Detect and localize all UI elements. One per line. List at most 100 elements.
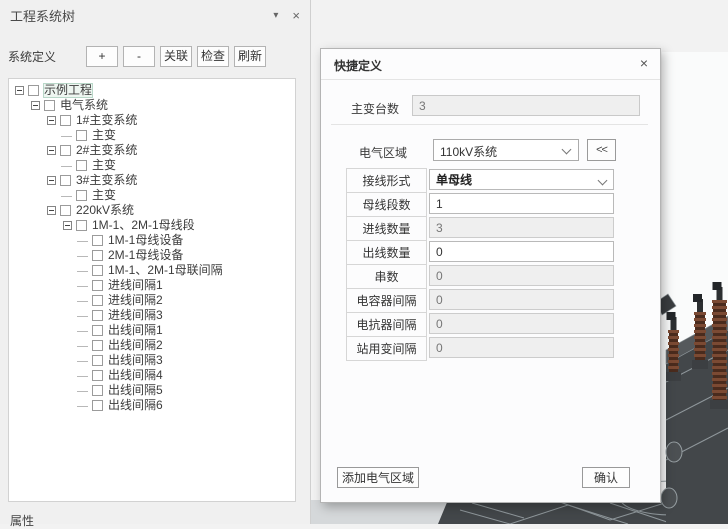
checkbox[interactable] (92, 250, 103, 261)
checkbox[interactable] (92, 265, 103, 276)
tree-node[interactable]: 出线间隔3 (9, 353, 295, 368)
expander-icon[interactable] (47, 206, 56, 215)
expander-icon[interactable] (47, 116, 56, 125)
toolbar-button[interactable]: 关联 (160, 45, 192, 67)
panel-title: 工程系统树 (10, 8, 76, 24)
tree-node[interactable]: 220kV系统 (9, 203, 295, 218)
checkbox[interactable] (92, 370, 103, 381)
checkbox[interactable] (92, 340, 103, 351)
toolbar-button[interactable]: + (86, 45, 118, 67)
row-field (429, 241, 614, 262)
expander-icon[interactable] (31, 101, 40, 110)
tree-node[interactable]: 1#主变系统 (9, 113, 295, 128)
row-label: 串数 (346, 264, 427, 289)
tree-node[interactable]: 进线间隔2 (9, 293, 295, 308)
collapse-options-button[interactable]: << (587, 139, 616, 161)
tree-node[interactable]: 示例工程 (9, 83, 295, 98)
tree-node[interactable]: 1M-1母线设备 (9, 233, 295, 248)
expander-icon[interactable] (77, 386, 88, 395)
row-input (429, 337, 614, 358)
tree-node[interactable]: 出线间隔1 (9, 323, 295, 338)
expander-icon[interactable] (77, 326, 88, 335)
add-region-button[interactable]: 添加电气区域 (337, 467, 420, 488)
row-input[interactable] (429, 193, 614, 214)
checkbox[interactable] (76, 130, 87, 141)
tree-node[interactable]: 2#主变系统 (9, 143, 295, 158)
panel-collapse-icon[interactable]: ▾ (273, 10, 278, 21)
checkbox[interactable] (92, 310, 103, 321)
tree-node[interactable]: 3#主变系统 (9, 173, 295, 188)
checkbox[interactable] (60, 115, 71, 126)
expander-icon[interactable] (77, 236, 88, 245)
chevron-down-icon (561, 144, 572, 155)
tree-node-label: 进线间隔2 (108, 293, 163, 307)
tree-node[interactable]: 进线间隔1 (9, 278, 295, 293)
properties-tab[interactable]: 属性 (10, 512, 34, 529)
region-combobox[interactable]: 110kV系统 (433, 139, 579, 161)
tree-node-label: 1M-1、2M-1母线段 (92, 218, 195, 232)
tree-node[interactable]: 电气系统 (9, 98, 295, 113)
expander-icon[interactable] (77, 251, 88, 260)
toolbar-button[interactable]: - (123, 45, 155, 67)
tree-node-label: 电气系统 (60, 98, 109, 112)
checkbox[interactable] (92, 355, 103, 366)
close-icon[interactable]: × (640, 55, 648, 71)
form-row: 进线数量 (346, 216, 614, 241)
expander-icon[interactable] (77, 371, 88, 380)
toolbar-button[interactable]: 刷新 (234, 45, 266, 67)
row-label: 电抗器间隔 (346, 312, 427, 337)
tree-node[interactable]: 1M-1、2M-1母线段 (9, 218, 295, 233)
tree-node[interactable]: 出线间隔4 (9, 368, 295, 383)
tree-node[interactable]: 主变 (9, 128, 295, 143)
checkbox[interactable] (44, 100, 55, 111)
toolbar-button[interactable]: 检查 (197, 45, 229, 67)
expander-icon[interactable] (77, 356, 88, 365)
checkbox[interactable] (28, 85, 39, 96)
checkbox[interactable] (76, 190, 87, 201)
row-input[interactable] (429, 241, 614, 262)
expander-icon[interactable] (77, 311, 88, 320)
checkbox[interactable] (76, 220, 87, 231)
expander-icon[interactable] (47, 146, 56, 155)
expander-icon[interactable] (77, 401, 88, 410)
checkbox[interactable] (60, 145, 71, 156)
model-cylinder (665, 441, 683, 463)
expander-icon[interactable] (61, 131, 72, 140)
tree-node[interactable]: 1M-1、2M-1母联间隔 (9, 263, 295, 278)
expander-icon[interactable] (15, 86, 24, 95)
form-row: 出线数量 (346, 240, 614, 265)
checkbox[interactable] (60, 175, 71, 186)
tree-node[interactable]: 主变 (9, 188, 295, 203)
tree-node-label: 进线间隔3 (108, 308, 163, 322)
checkbox[interactable] (92, 295, 103, 306)
model-cylinder (660, 487, 678, 509)
tree-node[interactable]: 进线间隔3 (9, 308, 295, 323)
expander-icon[interactable] (77, 341, 88, 350)
tree-node[interactable]: 出线间隔6 (9, 398, 295, 413)
tree-node-label: 2M-1母线设备 (108, 248, 184, 262)
tree-node[interactable]: 2M-1母线设备 (9, 248, 295, 263)
checkbox[interactable] (92, 400, 103, 411)
tree-node-label: 出线间隔2 (108, 338, 163, 352)
tree-node[interactable]: 主变 (9, 158, 295, 173)
checkbox[interactable] (92, 385, 103, 396)
checkbox[interactable] (60, 205, 71, 216)
confirm-button[interactable]: 确认 (582, 467, 630, 488)
checkbox[interactable] (92, 280, 103, 291)
expander-icon[interactable] (77, 266, 88, 275)
checkbox[interactable] (92, 235, 103, 246)
checkbox[interactable] (92, 325, 103, 336)
expander-icon[interactable] (61, 161, 72, 170)
expander-icon[interactable] (77, 296, 88, 305)
tree-node[interactable]: 出线间隔5 (9, 383, 295, 398)
expander-icon[interactable] (77, 281, 88, 290)
expander-icon[interactable] (61, 191, 72, 200)
row-input[interactable] (429, 169, 614, 190)
expander-icon[interactable] (63, 221, 72, 230)
expander-icon[interactable] (47, 176, 56, 185)
tree-node-label: 出线间隔5 (108, 383, 163, 397)
tree-node[interactable]: 出线间隔2 (9, 338, 295, 353)
dialog-title: 快捷定义 (334, 59, 383, 73)
checkbox[interactable] (76, 160, 87, 171)
panel-close-icon[interactable]: × (292, 8, 300, 23)
